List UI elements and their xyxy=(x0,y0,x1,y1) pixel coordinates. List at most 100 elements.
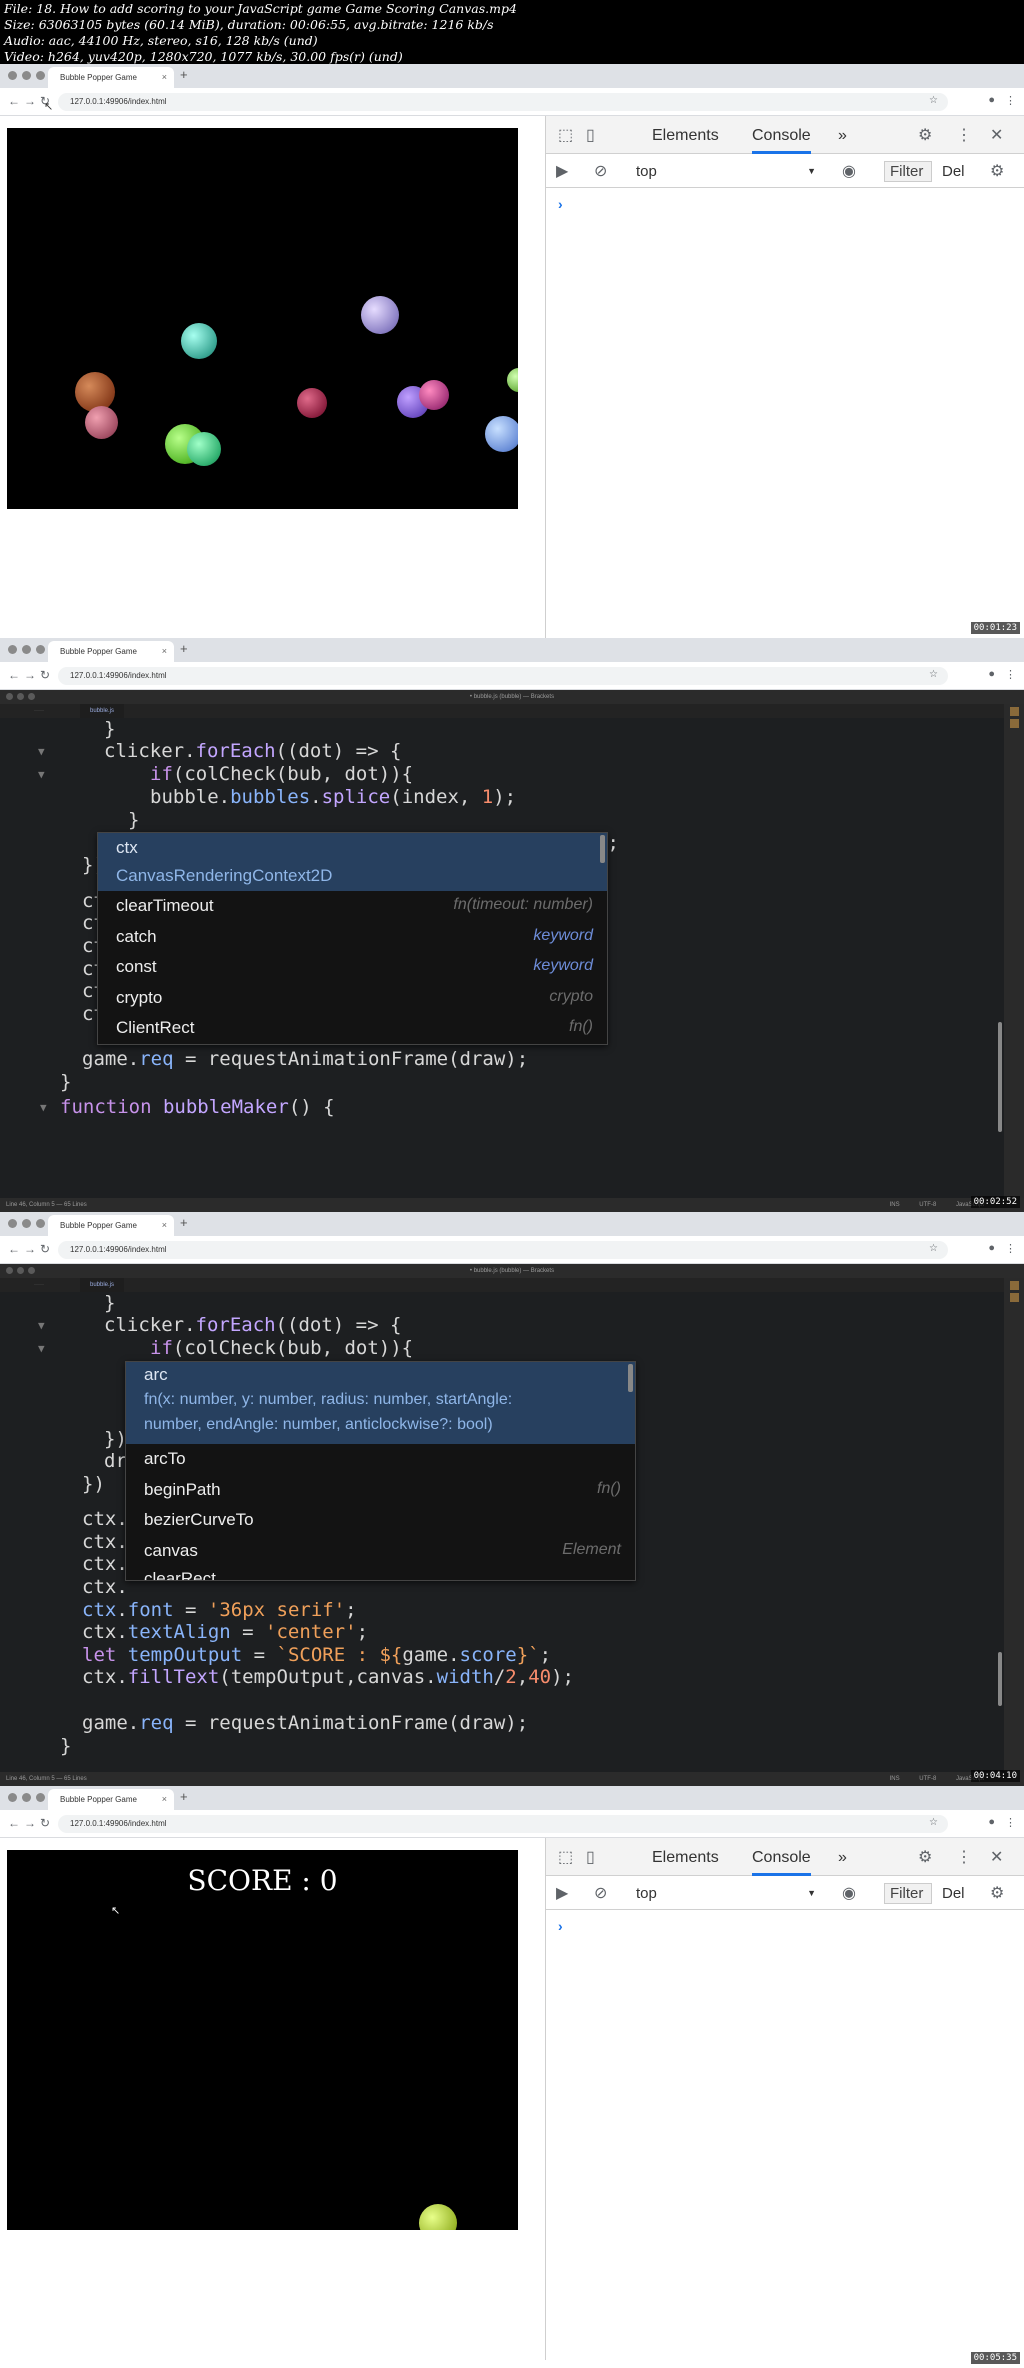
tab-close-icon[interactable]: × xyxy=(162,1220,167,1230)
more-tabs-icon[interactable]: » xyxy=(838,1849,847,1867)
context-select[interactable]: top ▼ xyxy=(636,1885,816,1902)
bookmark-star-icon[interactable]: ☆ xyxy=(929,1243,938,1254)
new-tab-button[interactable]: + xyxy=(180,1789,188,1804)
hint-item-selected[interactable]: ctx xyxy=(98,833,607,864)
reload-icon[interactable]: ↻ xyxy=(40,1816,50,1830)
url-input[interactable]: 127.0.0.1:49906/index.html ☆ xyxy=(58,667,948,685)
context-select[interactable]: top ▼ xyxy=(636,163,816,180)
profile-icon[interactable]: ● xyxy=(988,1242,995,1255)
back-icon[interactable]: ← xyxy=(8,94,20,108)
reload-icon[interactable]: ↻ xyxy=(40,668,50,682)
tab-close-icon[interactable]: × xyxy=(162,72,167,82)
console-settings-gear-icon[interactable]: ⚙ xyxy=(990,1883,1004,1903)
editor-scrollbar[interactable] xyxy=(998,1022,1002,1132)
hint-scrollbar[interactable] xyxy=(628,1364,633,1392)
forward-icon[interactable]: → xyxy=(24,1816,36,1830)
back-icon[interactable]: ← xyxy=(8,1816,20,1830)
tab-close-icon[interactable]: × xyxy=(162,646,167,656)
window-controls[interactable] xyxy=(8,1793,45,1802)
menu-kebab-icon[interactable]: ⋮ xyxy=(1005,94,1016,107)
forward-icon[interactable]: → xyxy=(24,668,36,682)
log-levels-select[interactable]: Del xyxy=(942,1885,965,1902)
browser-tab[interactable]: Bubble Popper Game × xyxy=(48,67,174,88)
bookmark-star-icon[interactable]: ☆ xyxy=(929,669,938,680)
close-icon[interactable]: ✕ xyxy=(990,125,1003,145)
window-controls[interactable] xyxy=(8,71,45,80)
new-tab-button[interactable]: + xyxy=(180,67,188,82)
inspect-element-icon[interactable]: ⬚ xyxy=(558,125,573,145)
filter-input[interactable]: Filter xyxy=(884,161,932,182)
menu-kebab-icon[interactable]: ⋮ xyxy=(956,125,972,145)
tab-elements[interactable]: Elements xyxy=(652,1849,719,1867)
game-canvas[interactable] xyxy=(7,128,518,509)
editor-scrollbar[interactable] xyxy=(998,1652,1002,1706)
bubble[interactable] xyxy=(181,323,217,359)
device-toolbar-icon[interactable]: ▯ xyxy=(586,1847,595,1867)
hint-item[interactable]: ClientRect fn() xyxy=(98,1013,607,1044)
bubble[interactable] xyxy=(419,380,449,410)
console-prompt[interactable]: › xyxy=(558,1918,563,1934)
inspect-element-icon[interactable]: ⬚ xyxy=(558,1847,573,1867)
reload-icon[interactable]: ↻ xyxy=(40,1242,50,1256)
hint-scrollbar[interactable] xyxy=(600,835,605,863)
url-input[interactable]: 127.0.0.1:49906/index.html ☆ xyxy=(58,1815,948,1833)
profile-icon[interactable]: ● xyxy=(988,668,995,681)
clear-console-icon[interactable]: ⊘ xyxy=(594,161,607,181)
sidebar-toggle-icon[interactable]: ▶ xyxy=(556,161,568,181)
editor-tab-other[interactable]: ····· xyxy=(34,1278,44,1292)
bubble[interactable] xyxy=(187,432,221,466)
code-editor[interactable]: r } ▼ clicker.forEach((dot) => { ▼ if(co… xyxy=(0,718,1004,1198)
forward-icon[interactable]: → xyxy=(24,1242,36,1256)
profile-icon[interactable]: ● xyxy=(988,94,995,107)
bubble[interactable] xyxy=(485,416,518,452)
editor-tab-file[interactable]: bubble.js xyxy=(80,704,125,718)
bubble[interactable] xyxy=(507,368,518,392)
tab-console[interactable]: Console xyxy=(752,127,811,154)
fold-arrow-icon[interactable]: ▼ xyxy=(38,1338,45,1361)
live-preview-icon[interactable] xyxy=(1009,1281,1019,1290)
bubble[interactable] xyxy=(85,406,118,439)
hint-item[interactable]: catch keyword xyxy=(98,922,607,953)
back-icon[interactable]: ← xyxy=(8,668,20,682)
game-canvas[interactable]: SCORE : 0 ↖ xyxy=(7,1850,518,2230)
menu-kebab-icon[interactable]: ⋮ xyxy=(956,1847,972,1867)
log-levels-select[interactable]: Del xyxy=(942,163,965,180)
tab-elements[interactable]: Elements xyxy=(652,127,719,145)
hint-item[interactable]: canvas Element xyxy=(126,1536,635,1567)
clear-console-icon[interactable]: ⊘ xyxy=(594,1883,607,1903)
editor-tab-other[interactable]: ····· xyxy=(34,704,44,718)
hint-item[interactable]: clearTimeout fn(timeout: number) xyxy=(98,891,607,922)
browser-tab[interactable]: Bubble Popper Game × xyxy=(48,1215,174,1236)
hint-item-partial[interactable]: clearRect xyxy=(126,1566,635,1580)
bubble[interactable] xyxy=(297,388,327,418)
tab-console[interactable]: Console xyxy=(752,1849,811,1876)
forward-icon[interactable]: → xyxy=(24,94,36,108)
menu-kebab-icon[interactable]: ⋮ xyxy=(1005,668,1016,681)
autocomplete-popup[interactable]: arc fn(x: number, y: number, radius: num… xyxy=(125,1361,636,1581)
live-expression-eye-icon[interactable]: ◉ xyxy=(842,161,856,181)
bubble[interactable] xyxy=(361,296,399,334)
profile-icon[interactable]: ● xyxy=(988,1816,995,1829)
fold-arrow-icon[interactable]: ▼ xyxy=(40,1097,47,1120)
fold-arrow-icon[interactable]: ▼ xyxy=(38,1315,45,1338)
hint-item[interactable]: crypto crypto xyxy=(98,983,607,1014)
extension-icon[interactable] xyxy=(1009,1293,1019,1302)
filter-input[interactable]: Filter xyxy=(884,1883,932,1904)
console-settings-gear-icon[interactable]: ⚙ xyxy=(990,161,1004,181)
fold-arrow-icon[interactable]: ▼ xyxy=(38,741,45,764)
hint-item[interactable]: arcTo xyxy=(126,1444,635,1475)
hint-item[interactable]: beginPath fn() xyxy=(126,1475,635,1506)
menu-kebab-icon[interactable]: ⋮ xyxy=(1005,1816,1016,1829)
window-controls[interactable] xyxy=(8,1219,45,1228)
extension-icon[interactable] xyxy=(1009,719,1019,728)
browser-tab[interactable]: Bubble Popper Game × xyxy=(48,1789,174,1810)
browser-tab[interactable]: Bubble Popper Game × xyxy=(48,641,174,662)
menu-kebab-icon[interactable]: ⋮ xyxy=(1005,1242,1016,1255)
settings-gear-icon[interactable]: ⚙ xyxy=(918,1847,932,1867)
bookmark-star-icon[interactable]: ☆ xyxy=(929,95,938,106)
url-input[interactable]: 127.0.0.1:49906/index.html ☆ xyxy=(58,93,948,111)
console-prompt[interactable]: › xyxy=(558,196,563,212)
new-tab-button[interactable]: + xyxy=(180,641,188,656)
url-input[interactable]: 127.0.0.1:49906/index.html ☆ xyxy=(58,1241,948,1259)
fold-arrow-icon[interactable]: ▼ xyxy=(38,764,45,787)
